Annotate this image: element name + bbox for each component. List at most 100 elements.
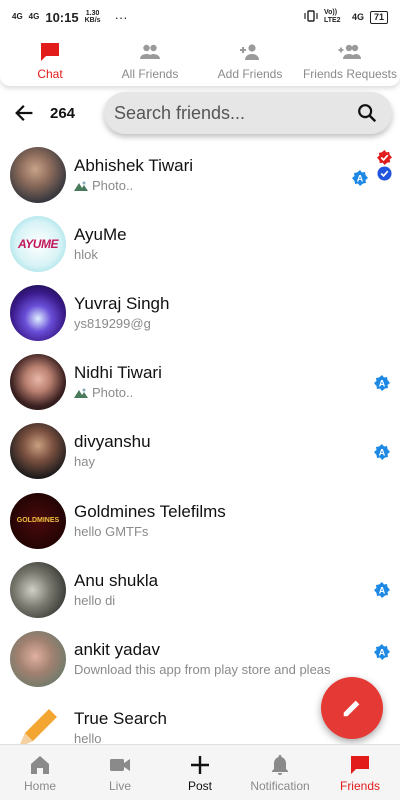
network-indicator-2: 4G bbox=[28, 12, 40, 21]
tab-add-friends-label: Add Friends bbox=[217, 66, 283, 81]
search-input[interactable] bbox=[114, 102, 352, 124]
avatar bbox=[10, 700, 66, 744]
avatar bbox=[10, 423, 66, 480]
status-bar: 4G 4G 10:15 1.30 KB/s ··· Vo)) LTE2 4G 7… bbox=[0, 0, 400, 34]
list-item[interactable]: Abhishek Tiwari Photo.. A bbox=[0, 140, 400, 209]
search-button[interactable] bbox=[352, 98, 382, 128]
last-message: hello di bbox=[74, 592, 116, 608]
a-badge-icon: A bbox=[374, 582, 390, 599]
nav-friends[interactable]: Friends bbox=[320, 745, 400, 800]
back-button[interactable] bbox=[2, 91, 46, 135]
search-icon bbox=[358, 104, 377, 123]
list-item[interactable]: GOLDMINES Goldmines Telefilms hello GMTF… bbox=[0, 486, 400, 555]
group-icon bbox=[140, 44, 160, 59]
friend-name: Yuvraj Singh bbox=[74, 293, 170, 313]
last-message: hay bbox=[74, 454, 95, 470]
clock: 10:15 bbox=[45, 9, 79, 25]
speed-value: 1.30 bbox=[85, 10, 100, 17]
photo-icon bbox=[74, 388, 88, 399]
friend-name: AyuMe bbox=[74, 224, 127, 244]
nav-friends-label: Friends bbox=[339, 778, 380, 793]
nav-live[interactable]: Live bbox=[80, 745, 160, 800]
a-badge-icon: A bbox=[374, 443, 390, 460]
list-item[interactable]: Anu shukla hello di A bbox=[0, 555, 400, 624]
pencil-icon bbox=[20, 709, 57, 744]
bell-icon bbox=[272, 754, 288, 775]
person-add-icon bbox=[240, 43, 259, 60]
friend-name: ankit yadav bbox=[74, 639, 160, 659]
home-icon bbox=[31, 755, 49, 774]
tab-friend-requests[interactable]: Friends Requests bbox=[300, 34, 400, 86]
a-badge-icon: A bbox=[374, 374, 390, 391]
friend-name: Goldmines Telefilms bbox=[74, 501, 226, 521]
red-verified-icon bbox=[377, 150, 392, 165]
top-tab-bar: Chat All Friends Add Friends Friends Req… bbox=[0, 34, 400, 86]
last-message: ys819299@g bbox=[74, 315, 151, 331]
last-message: hello bbox=[74, 731, 102, 744]
svg-text:A: A bbox=[379, 447, 386, 457]
speed-unit: KB/s bbox=[84, 17, 101, 24]
nav-notification[interactable]: Notification bbox=[240, 745, 320, 800]
chat-icon bbox=[351, 755, 369, 774]
last-message: Photo.. bbox=[92, 177, 134, 193]
network-indicator: 4G bbox=[12, 12, 23, 21]
list-item[interactable]: Yuvraj Singh ys819299@g bbox=[0, 278, 400, 347]
a-badge-icon: A bbox=[374, 644, 390, 661]
svg-text:A: A bbox=[357, 174, 364, 184]
compose-button[interactable] bbox=[321, 677, 383, 739]
last-message: Photo.. bbox=[92, 385, 134, 401]
tab-add-friends[interactable]: Add Friends bbox=[200, 34, 300, 86]
nav-notification-label: Notification bbox=[250, 778, 310, 793]
video-icon bbox=[110, 758, 130, 771]
plus-icon bbox=[191, 755, 209, 774]
nav-post[interactable]: Post bbox=[160, 745, 240, 800]
network-indicator-right: 4G bbox=[351, 12, 364, 22]
last-message: hlok bbox=[74, 246, 98, 262]
chat-icon bbox=[41, 42, 59, 61]
more-notifications-dots: ··· bbox=[114, 9, 128, 25]
tab-all-friends[interactable]: All Friends bbox=[100, 34, 200, 86]
last-message: Download this app from play store and pl… bbox=[74, 661, 331, 677]
list-item[interactable]: Nidhi Tiwari Photo.. A bbox=[0, 348, 400, 417]
avatar bbox=[10, 630, 66, 687]
bottom-nav: Home Live Post Notification Friends bbox=[0, 744, 400, 800]
avatar bbox=[10, 146, 66, 203]
arrow-left-icon bbox=[15, 105, 33, 121]
avatar: AYUME bbox=[10, 215, 66, 272]
tab-friend-requests-label: Friends Requests bbox=[302, 66, 398, 81]
tab-chat-label: Chat bbox=[37, 66, 63, 81]
volte-indicator: Vo)) LTE2 bbox=[323, 9, 341, 24]
avatar-logo-text: GOLDMINES bbox=[16, 517, 60, 525]
avatar bbox=[10, 354, 66, 411]
search-row: 264 bbox=[0, 90, 400, 136]
speed-indicator: 1.30 KB/s bbox=[85, 10, 101, 24]
pencil-icon bbox=[343, 700, 360, 717]
blue-check-icon bbox=[377, 166, 392, 181]
friend-name: Nidhi Tiwari bbox=[74, 363, 162, 383]
friend-count: 264 bbox=[50, 104, 76, 122]
svg-text:A: A bbox=[379, 586, 386, 596]
avatar-logo-text: AYUME bbox=[18, 236, 58, 251]
tab-chat[interactable]: Chat bbox=[0, 34, 100, 86]
svg-text:A: A bbox=[379, 378, 386, 388]
group-add-icon bbox=[338, 44, 361, 59]
tab-all-friends-label: All Friends bbox=[121, 66, 179, 81]
list-item[interactable]: AYUME AyuMe hlok bbox=[0, 209, 400, 278]
nav-home-label: Home bbox=[23, 778, 56, 793]
friend-name: divyanshu bbox=[74, 432, 151, 452]
list-item[interactable]: divyanshu hay A bbox=[0, 417, 400, 486]
a-badge-icon: A bbox=[352, 170, 368, 186]
svg-text:A: A bbox=[379, 648, 386, 658]
nav-home[interactable]: Home bbox=[0, 745, 80, 800]
nav-live-label: Live bbox=[108, 778, 131, 793]
friend-list: Abhishek Tiwari Photo.. A AYUME AyuMe hl… bbox=[0, 140, 400, 744]
vibrate-icon bbox=[304, 10, 318, 24]
last-message: hello GMTFs bbox=[74, 523, 149, 539]
avatar: GOLDMINES bbox=[10, 492, 66, 549]
avatar bbox=[10, 561, 66, 618]
nav-post-label: Post bbox=[187, 778, 212, 793]
search-box bbox=[104, 92, 392, 134]
photo-icon bbox=[74, 181, 88, 191]
avatar bbox=[10, 284, 66, 341]
friend-name: Anu shukla bbox=[74, 570, 159, 590]
